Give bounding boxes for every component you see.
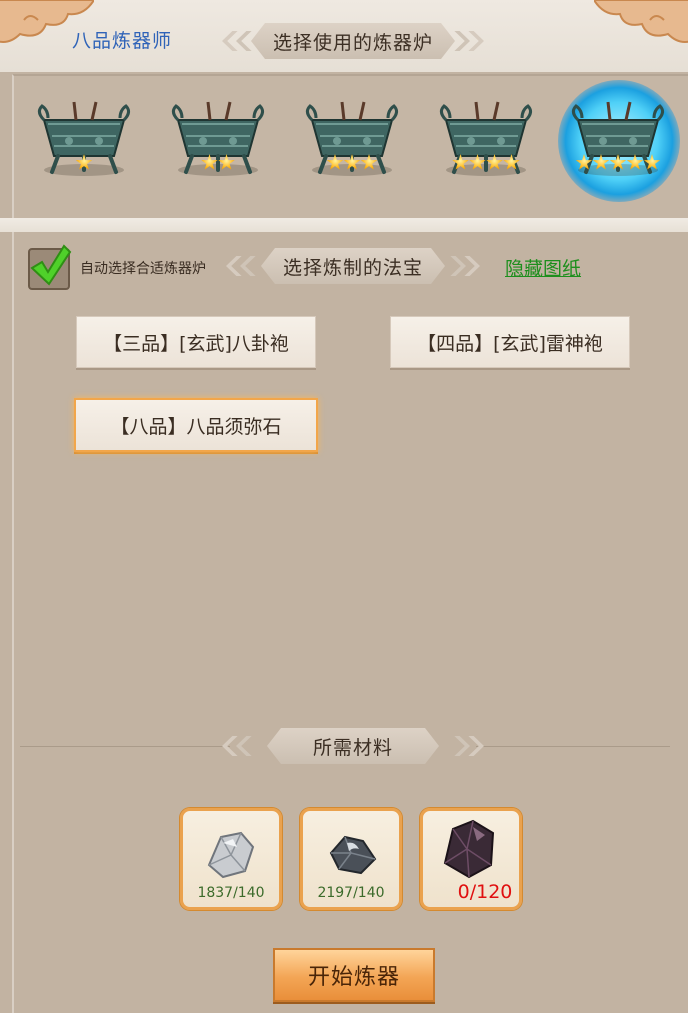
- material-slot-dark-ore[interactable]: 2197/140: [300, 808, 402, 910]
- material-slot-silver-ore[interactable]: 1837/140: [180, 808, 282, 910]
- materials-divider-line: [476, 746, 670, 747]
- star-icon: [575, 154, 593, 170]
- banner-wing-right: [444, 736, 470, 756]
- materials-section-title: 所需材料: [267, 728, 439, 764]
- materials-divider-line: [20, 746, 230, 747]
- section-divider: [0, 218, 688, 232]
- furnace-section-banner: 选择使用的炼器炉: [222, 23, 484, 59]
- recipe-item-thunder-robe[interactable]: 【四品】[玄武]雷神袍: [390, 316, 630, 368]
- recipe-item-bagua-robe[interactable]: 【三品】[玄武]八卦袍: [76, 316, 316, 368]
- star-rating: [302, 154, 402, 171]
- hide-blueprint-link[interactable]: 隐藏图纸: [505, 254, 581, 281]
- recipe-section-banner: 选择炼制的法宝: [226, 248, 480, 284]
- star-rating: [568, 154, 668, 171]
- cloud-ornament-icon: [594, 0, 688, 43]
- recipe-section-title: 选择炼制的法宝: [261, 248, 445, 284]
- star-icon: [201, 154, 218, 170]
- star-icon: [452, 154, 469, 170]
- silver-ore-icon: [207, 831, 255, 879]
- star-icon: [218, 154, 235, 170]
- furnace-slot-3[interactable]: [302, 98, 402, 198]
- star-rating: [168, 154, 268, 171]
- furnace-slot-5[interactable]: [558, 80, 680, 202]
- furnace-slot-4[interactable]: [436, 98, 536, 198]
- material-count: 0/120: [457, 881, 513, 903]
- auto-select-label: 自动选择合适炼器炉: [80, 261, 206, 277]
- star-icon: [343, 154, 361, 170]
- material-count: 1837/140: [197, 885, 265, 901]
- banner-wing-left: [236, 736, 252, 756]
- rank-title: 八品炼器师: [72, 30, 173, 52]
- star-rating: [34, 154, 134, 171]
- star-icon: [486, 154, 503, 170]
- star-icon: [360, 154, 378, 170]
- dark-ore-icon: [329, 835, 377, 875]
- auto-select-checkbox[interactable]: [28, 244, 72, 290]
- star-icon: [643, 154, 661, 170]
- material-slot-purple-crystal[interactable]: 0/120: [420, 808, 522, 910]
- star-icon: [626, 154, 644, 170]
- recipe-item-sumeru-stone[interactable]: 【八品】八品须弥石: [74, 398, 318, 452]
- star-icon: [469, 154, 486, 170]
- star-icon: [326, 154, 344, 170]
- star-icon: [609, 154, 627, 170]
- star-rating: [436, 154, 536, 171]
- star-icon: [503, 154, 520, 170]
- start-refining-button[interactable]: 开始炼器: [273, 948, 435, 1002]
- checkmark-icon: [30, 244, 72, 286]
- star-icon: [75, 154, 93, 170]
- material-count: 2197/140: [317, 885, 385, 901]
- star-icon: [592, 154, 610, 170]
- furnace-slot-2[interactable]: [168, 98, 268, 198]
- furnace-section-title: 选择使用的炼器炉: [251, 23, 455, 59]
- purple-crystal-icon: [443, 819, 495, 879]
- materials-section-banner: 所需材料: [222, 728, 484, 764]
- furnace-slot-1[interactable]: [34, 98, 134, 198]
